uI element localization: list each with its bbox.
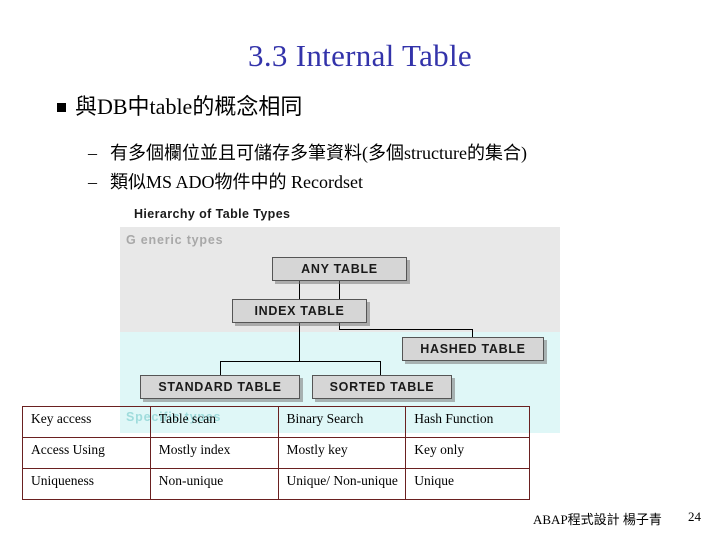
connector-index-stem <box>299 323 300 361</box>
node-any-table: ANY TABLE <box>272 257 407 281</box>
bullet-level2-2: – 類似MS ADO物件中的 Recordset <box>88 169 708 195</box>
bullet-dash-icon: – <box>88 172 97 192</box>
bullet-square-icon <box>57 92 75 122</box>
table-cell: Access Using <box>22 437 151 469</box>
node-hashed-table: HASHED TABLE <box>402 337 544 361</box>
table-row: Key access Table scan Binary Search Hash… <box>22 406 530 438</box>
table-cell: Non-unique <box>149 468 279 500</box>
connector-index-down <box>220 361 221 375</box>
page-title: 3.3 Internal Table <box>248 38 472 73</box>
diagram-title: Hierarchy of Table Types <box>134 207 291 221</box>
table-cell: Hash Function <box>405 406 530 438</box>
table-cell: Binary Search <box>277 406 407 438</box>
bullet-level1-label: 與DB中table的概念相同 <box>75 94 303 119</box>
table-cell: Uniqueness <box>22 468 151 500</box>
node-standard-table: STANDARD TABLE <box>140 375 300 399</box>
connector-index-branch <box>220 361 380 362</box>
connector-any-hashed-branch <box>339 329 472 330</box>
bullet-dash-icon: – <box>88 143 97 163</box>
table-type-hierarchy-diagram: Hierarchy of Table Types G eneric types … <box>120 205 560 433</box>
table-cell: Mostly index <box>149 437 279 469</box>
generic-types-label: G eneric types <box>126 233 224 247</box>
bullet-level2-1: – 有多個欄位並且可儲存多筆資料(多個structure的集合) <box>88 140 708 166</box>
table-row: Access Using Mostly index Mostly key Key… <box>22 437 530 469</box>
table-cell: Mostly key <box>277 437 407 469</box>
connector-hashed-down <box>472 329 473 337</box>
table-cell: Key only <box>405 437 530 469</box>
table-cell: Table scan <box>149 406 279 438</box>
node-index-table: INDEX TABLE <box>232 299 367 323</box>
connector-sorted-down <box>380 361 381 375</box>
node-sorted-table: SORTED TABLE <box>312 375 452 399</box>
table-cell: Key access <box>22 406 151 438</box>
table-cell: Unique/ Non-unique <box>277 468 407 500</box>
table-row: Uniqueness Non-unique Unique/ Non-unique… <box>22 468 530 500</box>
connector-any-to-index-vert <box>299 281 300 299</box>
table-type-comparison-table: Key access Table scan Binary Search Hash… <box>22 406 530 500</box>
bullet-level2-1-label: 有多個欄位並且可儲存多筆資料(多個structure的集合) <box>110 143 527 163</box>
footer-page-number: 24 <box>688 509 701 524</box>
footer-author: ABAP程式設計 楊子青 <box>533 512 662 527</box>
bullet-level1: 與DB中table的概念相同 <box>57 92 697 122</box>
table-cell: Unique <box>405 468 530 500</box>
bullet-level2-2-label: 類似MS ADO物件中的 Recordset <box>110 172 363 192</box>
